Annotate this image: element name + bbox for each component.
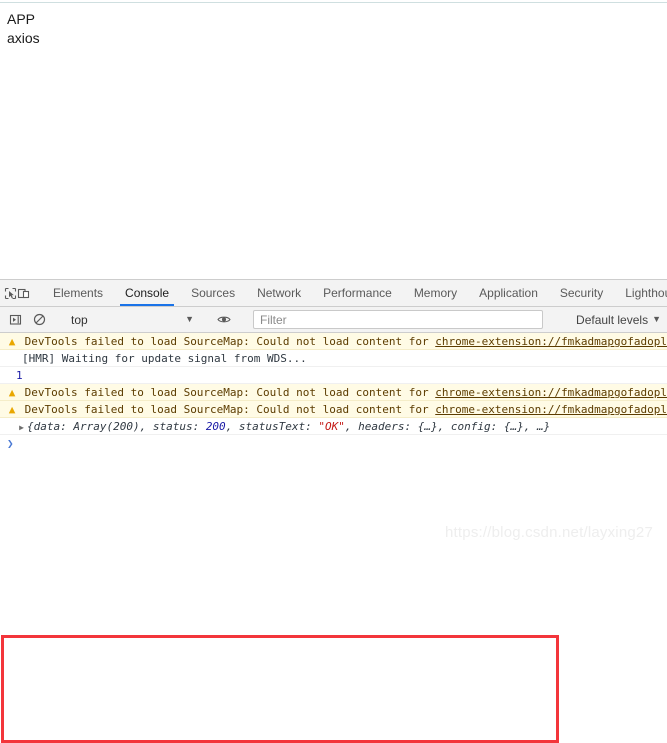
- chevron-down-icon: ▼: [185, 314, 194, 324]
- warning-triangle-icon: ▲: [8, 403, 16, 416]
- console-message-text: DevTools failed to load SourceMap: Could…: [24, 386, 436, 399]
- tab-memory[interactable]: Memory: [403, 280, 468, 306]
- tab-application[interactable]: Application: [468, 280, 549, 306]
- console-message-log[interactable]: [HMR] Waiting for update signal from WDS…: [0, 350, 667, 367]
- tab-performance-label: Performance: [323, 286, 392, 300]
- console-message-warning[interactable]: ▲ DevTools failed to load SourceMap: Cou…: [0, 401, 667, 418]
- eye-icon[interactable]: [212, 313, 236, 326]
- sourcemap-url-link[interactable]: chrome-extension://fmkadmapgofadopljbjfk…: [435, 386, 667, 399]
- annotation-highlight-box: [1, 635, 559, 743]
- object-preview-tail: , headers: {…}, config: {…}, …}: [344, 420, 551, 433]
- warning-triangle-icon: ▲: [8, 386, 16, 399]
- console-message-text: [HMR] Waiting for update signal from WDS…: [22, 352, 307, 365]
- console-number-value: 1: [16, 369, 23, 382]
- watermark-text: https://blog.csdn.net/layxing27: [445, 524, 653, 541]
- object-statustext-value: "OK": [318, 420, 345, 433]
- tab-lighthouse[interactable]: Lighthouse: [614, 280, 667, 306]
- execute-icon[interactable]: [3, 313, 27, 326]
- tab-security-label: Security: [559, 286, 604, 300]
- object-status-value: 200: [205, 420, 226, 433]
- tab-application-label: Application: [479, 286, 538, 300]
- tab-sources[interactable]: Sources: [180, 280, 246, 306]
- console-message-number[interactable]: 1: [0, 367, 667, 384]
- console-message-text: DevTools failed to load SourceMap: Could…: [24, 335, 436, 348]
- prompt-chevron-icon: ❯: [7, 437, 14, 450]
- tab-memory-label: Memory: [413, 286, 458, 300]
- devtools-tabstrip: Elements Console Sources Network Perform…: [0, 280, 667, 307]
- console-message-list[interactable]: ▲ DevTools failed to load SourceMap: Cou…: [0, 333, 667, 552]
- log-levels-label: Default levels: [576, 312, 649, 327]
- tab-security[interactable]: Security: [549, 280, 614, 306]
- tab-sources-label: Sources: [191, 286, 236, 300]
- tab-lighthouse-label: Lighthouse: [625, 286, 667, 300]
- tab-elements[interactable]: Elements: [42, 280, 114, 306]
- app-title-text: APP: [7, 11, 36, 27]
- disclosure-triangle-icon[interactable]: ▶: [16, 419, 27, 434]
- console-prompt[interactable]: ❯: [0, 435, 667, 453]
- object-preview-head: {data: Array(200), status:: [27, 420, 206, 433]
- log-levels-dropdown[interactable]: Default levels ▼: [576, 313, 661, 327]
- tab-performance[interactable]: Performance: [312, 280, 403, 306]
- execution-context-dropdown[interactable]: top ▼: [66, 310, 199, 329]
- console-object-preview[interactable]: ▶ {data: Array(200), status: 200, statusT…: [0, 418, 667, 435]
- sourcemap-url-link[interactable]: chrome-extension://fmkadmapgofadopljbjfk…: [435, 335, 667, 348]
- app-subtitle-text: axios: [7, 30, 40, 46]
- object-preview-middle: , statusText:: [225, 420, 319, 433]
- clear-console-icon[interactable]: [27, 313, 51, 326]
- sourcemap-url-link[interactable]: chrome-extension://fmkadmapgofadopljbjfk…: [435, 403, 667, 416]
- tab-network[interactable]: Network: [246, 280, 312, 306]
- tab-network-label: Network: [257, 286, 302, 300]
- execution-context-value: top: [71, 312, 88, 327]
- inspect-element-icon[interactable]: [4, 280, 17, 306]
- console-filter-input[interactable]: [253, 310, 543, 329]
- tab-elements-label: Elements: [53, 286, 104, 300]
- console-toolbar: top ▼ Default levels ▼: [0, 307, 667, 333]
- device-toolbar-icon[interactable]: [17, 280, 30, 306]
- console-message-warning[interactable]: ▲ DevTools failed to load SourceMap: Cou…: [0, 333, 667, 350]
- warning-triangle-icon: ▲: [8, 335, 16, 348]
- tab-console[interactable]: Console: [114, 280, 180, 306]
- console-message-text: DevTools failed to load SourceMap: Could…: [24, 403, 436, 416]
- console-message-warning[interactable]: ▲ DevTools failed to load SourceMap: Cou…: [0, 384, 667, 401]
- chevron-down-icon: ▼: [652, 314, 661, 324]
- web-page-viewport: APP axios: [0, 3, 667, 279]
- devtools-panel: Elements Console Sources Network Perform…: [0, 279, 667, 743]
- tab-console-label: Console: [125, 286, 170, 300]
